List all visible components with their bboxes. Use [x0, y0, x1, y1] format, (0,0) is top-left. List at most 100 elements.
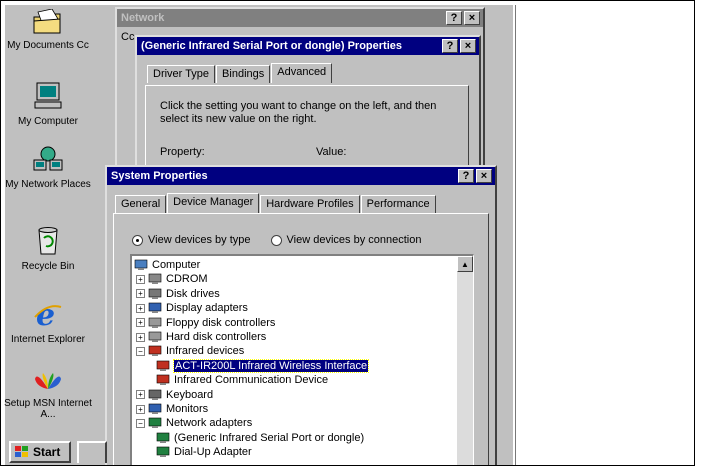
tab-advanced[interactable]: Advanced — [271, 63, 333, 83]
desktop-icon-label: My Documents Cc — [7, 40, 89, 51]
tree-item-label: Floppy disk controllers — [166, 316, 276, 329]
desktop-icon-my-documents[interactable]: My Documents Cc — [3, 8, 93, 51]
desktop-icon-label: My Computer — [17, 116, 78, 127]
desktop-icon-my-network-places[interactable]: My Network Places — [3, 146, 93, 190]
tree-item[interactable]: + Keyboard — [136, 388, 213, 402]
tree-item-label: Keyboard — [166, 388, 214, 401]
tab-driver-type[interactable]: Driver Type — [147, 65, 216, 83]
tree-item-label: ACT-IR200L Infrared Wireless Interface — [172, 358, 370, 373]
cdrom-icon — [148, 273, 162, 285]
device-tree[interactable]: Computer + CDROM + Disk drives + Display adapt… — [130, 254, 474, 465]
hard-disk-controller-icon — [148, 331, 162, 343]
tree-item[interactable]: − Network adapters — [136, 416, 252, 430]
recycle-bin-icon — [38, 227, 58, 255]
radio-dot — [270, 234, 282, 246]
tree-item[interactable]: + Hard disk controllers — [136, 330, 266, 344]
tree-item[interactable]: − Infrared devices — [136, 344, 244, 358]
tree-item[interactable]: Dial-Up Adapter — [156, 445, 252, 459]
divider — [515, 5, 516, 465]
vertical-scrollbar[interactable]: ▲ — [457, 256, 473, 465]
start-label: Start — [33, 445, 61, 459]
expand-icon[interactable]: + — [136, 303, 145, 313]
close-button[interactable]: × — [464, 11, 480, 25]
desktop-icon-label: Internet Explorer — [11, 334, 85, 345]
help-button[interactable]: ? — [442, 39, 458, 53]
close-button[interactable]: × — [476, 169, 492, 183]
help-button[interactable]: ? — [446, 11, 462, 25]
tab-device-manager[interactable]: Device Manager — [167, 193, 260, 213]
tree-item[interactable]: (Generic Infrared Serial Port or dongle) — [156, 431, 364, 445]
system-tab-strip: General Device Manager Hardware Profiles… — [115, 193, 437, 213]
desktop-icon-label: My Network Places — [5, 179, 91, 190]
expand-icon[interactable]: + — [136, 274, 145, 284]
expand-icon[interactable]: + — [136, 404, 145, 414]
tree-item[interactable]: + Monitors — [136, 402, 208, 416]
tree-item-label: CDROM — [166, 273, 208, 286]
ir-instruction: Click the setting you want to change on … — [160, 100, 437, 125]
collapse-icon[interactable]: − — [136, 346, 145, 356]
desktop-icon-label: Recycle Bin — [21, 261, 75, 272]
scroll-up-button[interactable]: ▲ — [457, 256, 473, 272]
internet-explorer-icon: e — [34, 298, 62, 333]
system-properties-window: System Properties ? × General Device Man… — [105, 165, 497, 465]
tree-item[interactable]: + Display adapters — [136, 301, 248, 315]
value-label: Value: — [316, 146, 347, 158]
system-titlebar[interactable]: System Properties ? × — [107, 167, 495, 185]
help-button[interactable]: ? — [458, 169, 474, 183]
ir-titlebar[interactable]: (Generic Infrared Serial Port or dongle)… — [137, 37, 479, 55]
network-adapter-icon — [156, 432, 170, 444]
tree-item[interactable]: Infrared Communication Device — [156, 373, 328, 387]
floppy-controller-icon — [148, 317, 162, 329]
tree-item-label: Hard disk controllers — [166, 331, 267, 343]
window-title: (Generic Infrared Serial Port or dongle)… — [141, 40, 403, 52]
property-label: Property: — [160, 146, 205, 158]
ir-properties-window: (Generic Infrared Serial Port or dongle)… — [135, 35, 481, 185]
radio-label: View devices by connection — [286, 234, 422, 246]
tab-hardware-profiles[interactable]: Hardware Profiles — [260, 195, 360, 213]
tree-item-label: Infrared Communication Device — [174, 374, 329, 387]
desktop-icon-recycle-bin[interactable]: Recycle Bin — [3, 226, 93, 272]
display-adapter-icon — [148, 302, 162, 314]
tab-performance[interactable]: Performance — [360, 195, 436, 213]
desktop-icon-setup-msn[interactable]: Setup MSN Internet A... — [3, 369, 93, 420]
tree-item-label: Display adapters — [166, 302, 248, 315]
network-titlebar[interactable]: Network ? × — [117, 9, 483, 27]
tree-item-label: (Generic Infrared Serial Port or dongle) — [174, 431, 365, 444]
desktop-icon-label: Setup MSN Internet A... — [4, 398, 92, 420]
network-adapter-icon — [148, 417, 162, 429]
tree-item-label: Network adapters — [166, 417, 253, 430]
desktop-icon-internet-explorer[interactable]: e Internet Explorer — [3, 298, 93, 345]
close-button[interactable]: × — [460, 39, 476, 53]
expand-icon[interactable]: + — [136, 332, 145, 342]
tree-item-label: Disk drives — [166, 287, 220, 300]
disk-drive-icon — [148, 288, 162, 300]
expand-icon[interactable]: + — [136, 289, 145, 299]
tree-item[interactable]: + CDROM — [136, 272, 208, 286]
desktop-icon-my-computer[interactable]: My Computer — [3, 81, 93, 127]
folder-icon — [33, 8, 61, 34]
taskbar-button[interactable] — [77, 441, 107, 463]
tree-item-label: Dial-Up Adapter — [174, 446, 252, 459]
network-adapter-icon — [156, 446, 170, 458]
expand-icon[interactable]: + — [136, 390, 145, 400]
tree-item[interactable]: ACT-IR200L Infrared Wireless Interface — [156, 358, 370, 373]
tree-item-label: Monitors — [166, 403, 209, 415]
collapse-icon[interactable]: − — [136, 418, 145, 428]
keyboard-icon — [148, 389, 162, 401]
computer-icon — [34, 82, 62, 109]
tree-item[interactable]: + Floppy disk controllers — [136, 316, 275, 330]
infrared-icon — [156, 374, 170, 386]
radio-view-by-connection[interactable]: View devices by connection — [270, 234, 422, 246]
expand-icon[interactable]: + — [136, 318, 145, 328]
radio-view-by-type[interactable]: View devices by type — [132, 234, 251, 246]
msn-butterfly-icon — [35, 373, 61, 389]
start-button[interactable]: Start — [9, 441, 71, 463]
tree-item[interactable]: + Disk drives — [136, 287, 220, 301]
tree-item-label: Infrared devices — [166, 345, 245, 358]
device-manager-panel: View devices by type View devices by con… — [113, 213, 489, 465]
tree-item[interactable]: Computer — [134, 258, 200, 272]
network-tab-stub[interactable]: Cc — [121, 31, 134, 43]
infrared-icon — [156, 360, 170, 372]
tab-bindings[interactable]: Bindings — [216, 65, 271, 83]
tab-general[interactable]: General — [115, 195, 167, 213]
